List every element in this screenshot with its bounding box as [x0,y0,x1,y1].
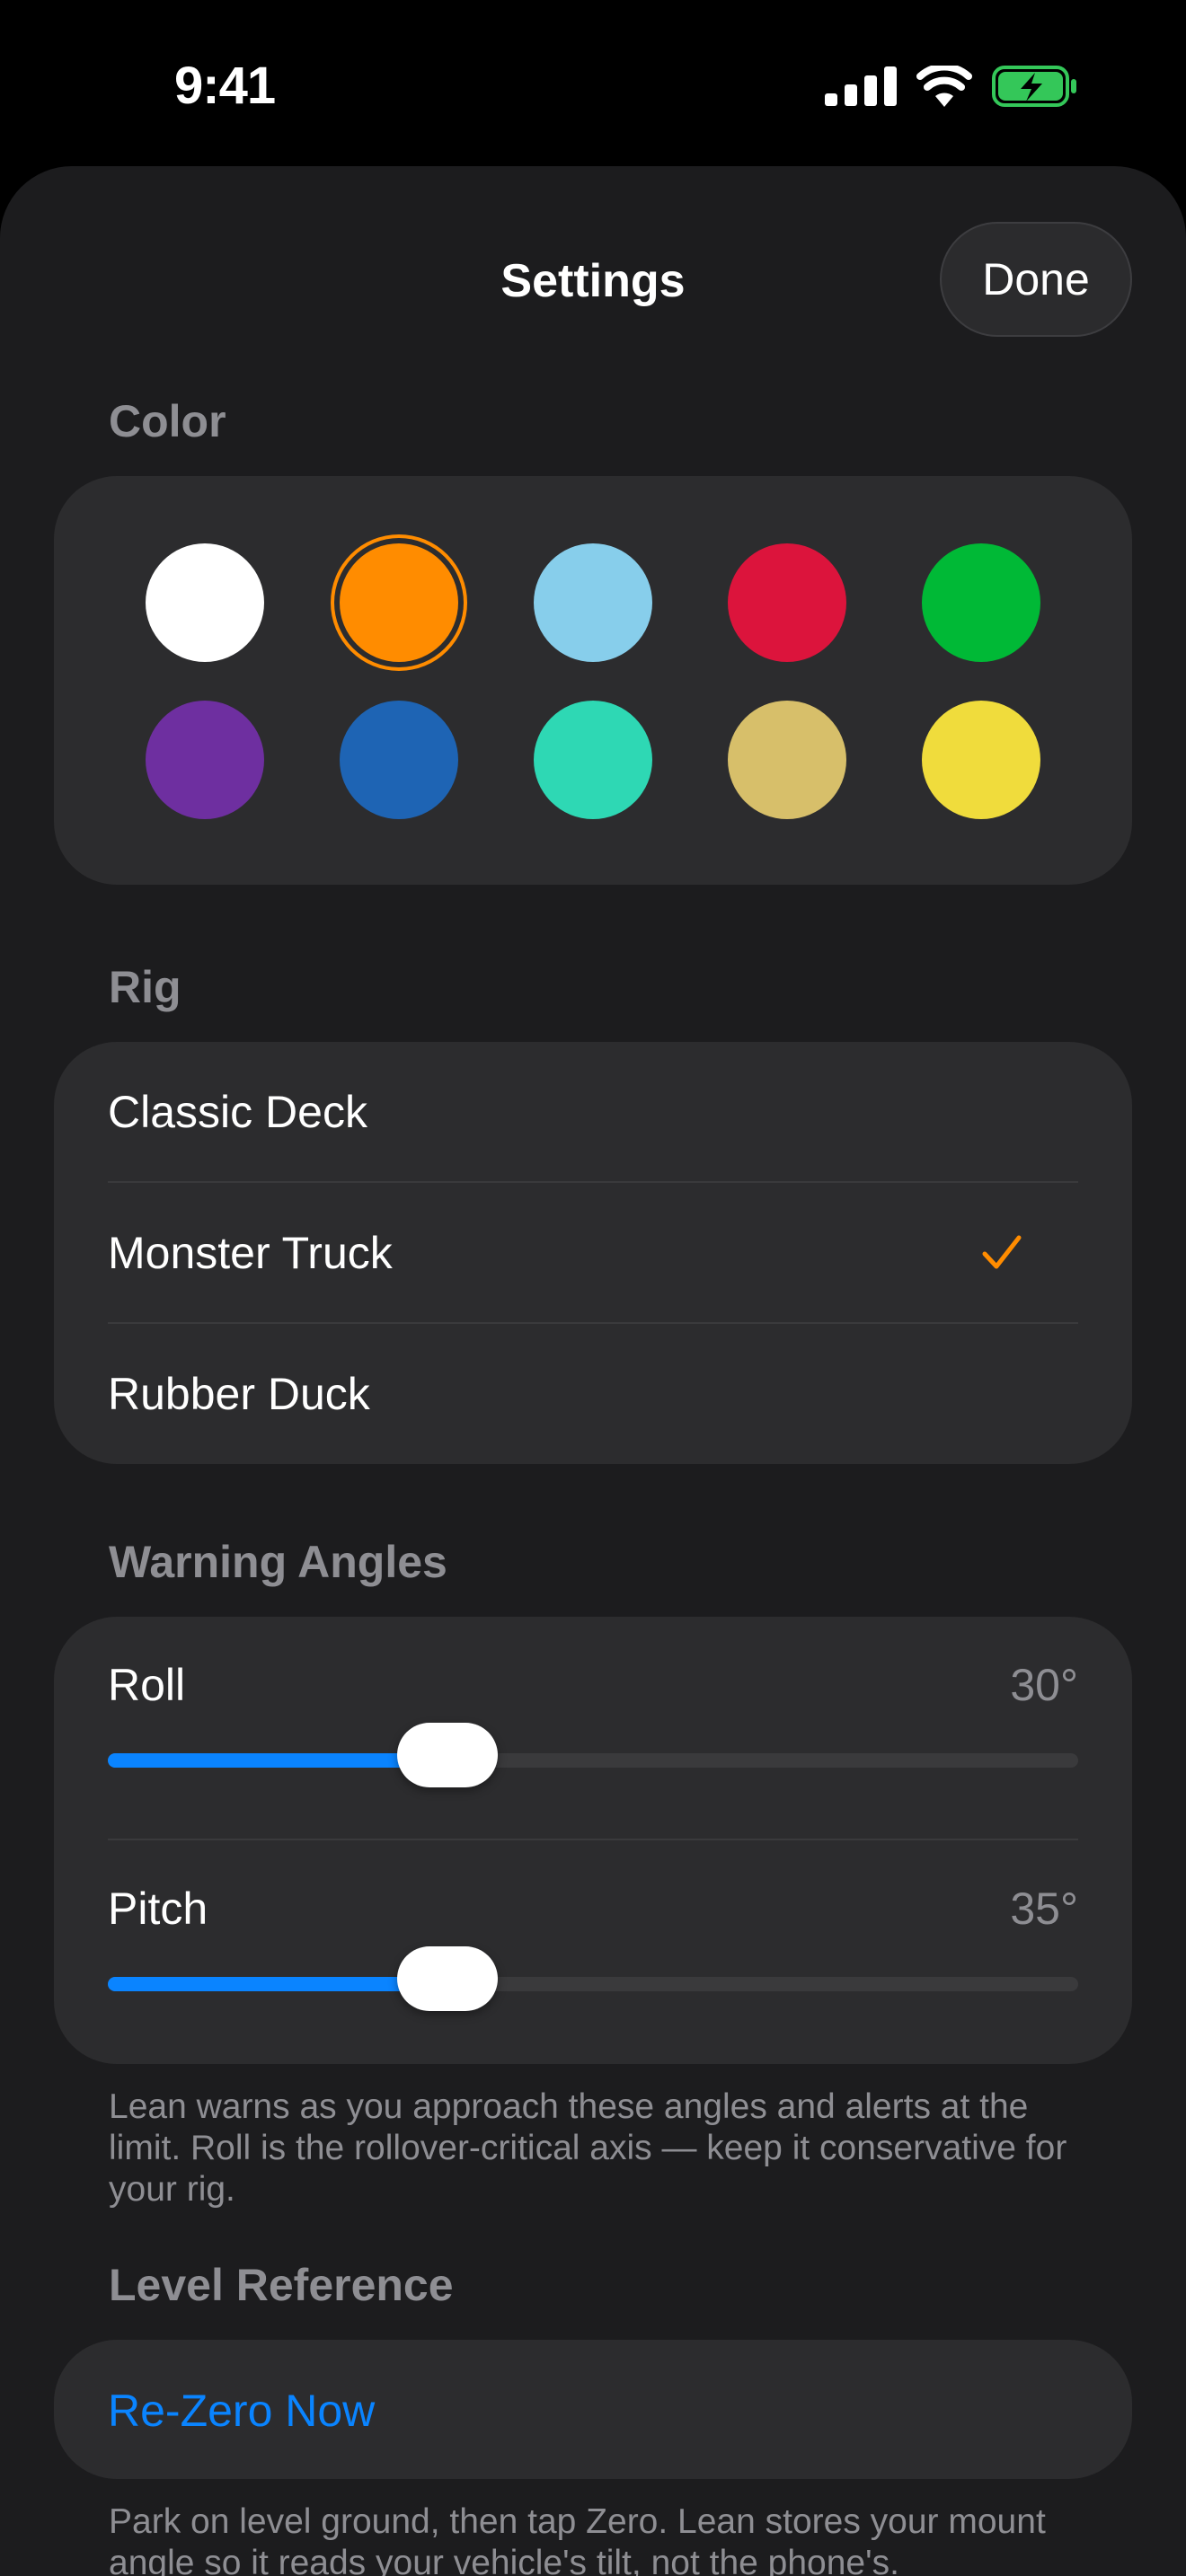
color-swatch-white[interactable] [146,543,264,662]
rig-option-rubber-duck[interactable]: Rubber Duck [108,1324,1078,1463]
warning-angles-card: Roll 30° Pitch 35° [54,1617,1132,2064]
color-swatch-light-blue[interactable] [534,543,652,662]
rig-option-classic-deck[interactable]: Classic Deck [108,1042,1078,1181]
color-swatch-teal[interactable] [534,701,652,819]
status-time: 9:41 [174,57,276,115]
rig-option-label: Monster Truck [108,1227,393,1278]
warning-angles-footnote: Lean warns as you approach these angles … [109,2087,1067,2209]
pitch-value: 35° [1010,1883,1078,1934]
battery-charging-icon [992,66,1076,107]
divider [108,1839,1078,1840]
color-swatch-green[interactable] [922,543,1040,662]
status-bar: 9:41 [0,0,1186,162]
level-reference-header: Level Reference [109,2260,454,2310]
settings-sheet: Settings Done Color Rig Classic Deck Mon… [0,166,1186,2576]
level-reference-footnote: Park on level ground, then tap Zero. Lea… [109,2502,1046,2576]
roll-label: Roll [108,1660,186,1710]
rig-option-monster-truck[interactable]: Monster Truck [108,1183,1078,1322]
roll-slider-track[interactable] [108,1723,1078,1787]
rig-option-label: Rubber Duck [108,1368,370,1419]
checkmark-icon [982,1235,1022,1268]
roll-value: 30° [1010,1660,1078,1710]
re-zero-button[interactable]: Re-Zero Now [108,2385,375,2437]
color-card [54,476,1132,885]
warning-angles-header: Warning Angles [109,1537,447,1587]
color-swatch-yellow[interactable] [922,701,1040,819]
roll-slider-thumb[interactable] [397,1723,498,1787]
wifi-icon [916,66,972,107]
color-section-header: Color [109,396,226,446]
color-swatch-purple[interactable] [146,701,264,819]
rig-card: Classic Deck Monster Truck Rubber Duck [54,1042,1132,1464]
color-swatch-grid [54,476,1132,885]
pitch-label: Pitch [108,1883,208,1934]
status-icons [825,63,1078,110]
done-button[interactable]: Done [940,222,1132,337]
pitch-slider-thumb[interactable] [397,1946,498,2011]
level-reference-card: Re-Zero Now [54,2340,1132,2479]
cellular-signal-icon [825,66,897,106]
color-swatch-red[interactable] [728,543,846,662]
color-swatch-blue[interactable] [340,701,458,819]
rig-section-header: Rig [109,962,181,1012]
rig-option-label: Classic Deck [108,1086,367,1137]
color-swatch-tan[interactable] [728,701,846,819]
color-swatch-orange[interactable] [340,543,458,662]
pitch-slider-track[interactable] [108,1946,1078,2011]
